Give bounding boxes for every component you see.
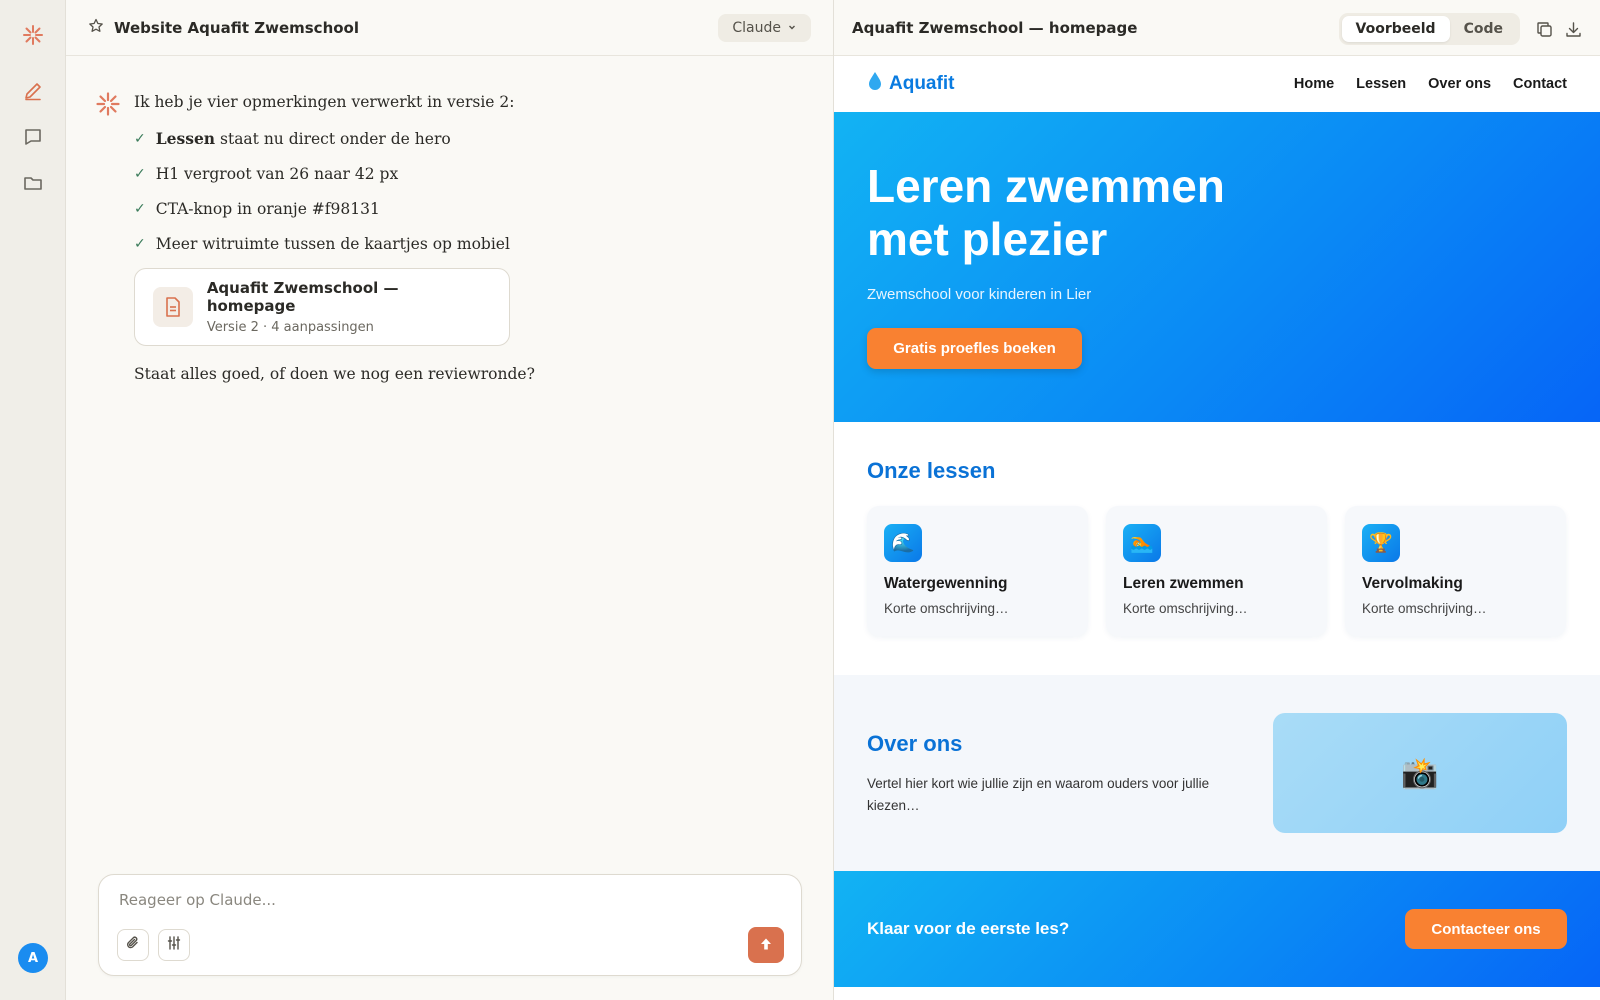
hero-title: Leren zwemmen met plezier [867, 160, 1225, 265]
message-outro: Staat alles goed, of doen we nog een rev… [134, 365, 535, 383]
site-nav-links: Home Lessen Over ons Contact [1294, 76, 1567, 92]
item-text: CTA-knop in oranje #f98131 [155, 200, 380, 218]
artifact-title: Aquafit Zwemschool — homepage [206, 279, 399, 315]
site-navbar: Aquafit Home Lessen Over ons Contact [834, 56, 1600, 112]
site-logo[interactable]: Aquafit [867, 71, 954, 97]
composer [98, 874, 802, 976]
artifact-preview-panel: Aquafit Zwemschool — homepage Voorbeeld … [834, 0, 1600, 1000]
chat-title[interactable]: Website Aquafit Zwemschool [114, 19, 359, 37]
send-button[interactable] [748, 927, 784, 963]
view-toggle: Voorbeeld Code [1338, 13, 1520, 45]
assistant-message: Ik heb je vier opmerkingen verwerkt in v… [96, 88, 786, 388]
artifact-card[interactable]: Aquafit Zwemschool — homepage Versie 2 ·… [134, 268, 510, 346]
hero-section: Leren zwemmen met plezier Zwemschool voo… [834, 112, 1600, 422]
star-icon[interactable] [88, 18, 104, 38]
copy-icon[interactable] [1533, 18, 1555, 40]
list-item: ✓ H1 vergroot van 26 naar 42 px [134, 160, 786, 195]
footer-cta-text: Klaar voor de eerste les? [867, 919, 1070, 938]
check-icon: ✓ [134, 131, 146, 147]
lesson-card[interactable]: 🏊 Leren zwemmen Korte omschrijving… [1106, 506, 1327, 636]
item-text: staat nu direct onder de hero [215, 130, 451, 148]
item-bold: Lessen [155, 129, 216, 148]
lesson-card[interactable]: 🌊 Watergewenning Korte omschrijving… [867, 506, 1088, 636]
paperclip-icon [125, 935, 141, 955]
projects-icon[interactable] [17, 167, 49, 199]
check-icon: ✓ [134, 201, 146, 217]
chevron-down-icon [787, 20, 797, 36]
list-item: ✓ Meer witruimte tussen de kaartjes op m… [134, 230, 786, 265]
lessons-section: Onze lessen 🌊 Watergewenning Korte omsch… [834, 422, 1600, 675]
logo-text: Aquafit [889, 73, 955, 94]
model-name: Claude [732, 20, 781, 36]
water-drop-icon [867, 71, 883, 97]
nav-link-lessen[interactable]: Lessen [1356, 76, 1406, 92]
card-description: Korte omschrijving… [1123, 601, 1248, 616]
document-icon [153, 287, 193, 327]
item-text: Meer witruimte tussen de kaartjes op mob… [155, 235, 510, 253]
left-rail: A [0, 0, 66, 1000]
reply-input[interactable] [119, 891, 719, 909]
camera-icon: 📸 [1401, 756, 1439, 790]
about-title: Over ons [867, 731, 963, 756]
nav-link-home[interactable]: Home [1294, 76, 1334, 92]
tab-preview[interactable]: Voorbeeld [1341, 16, 1450, 42]
item-text: H1 vergroot van 26 naar 42 px [155, 165, 399, 183]
swimmer-icon: 🏊 [1123, 524, 1161, 562]
about-section: Over ons Vertel hier kort wie jullie zij… [834, 675, 1600, 871]
list-item: ✓ Lessen staat nu direct onder de hero [134, 125, 786, 160]
download-icon[interactable] [1562, 18, 1584, 40]
about-image-placeholder: 📸 [1273, 713, 1567, 833]
contact-button[interactable]: Contacteer ons [1405, 909, 1567, 949]
check-icon: ✓ [134, 166, 146, 182]
new-chat-icon[interactable] [17, 75, 49, 107]
check-icon: ✓ [134, 236, 146, 252]
lesson-card[interactable]: 🏆 Vervolmaking Korte omschrijving… [1345, 506, 1566, 636]
card-description: Korte omschrijving… [1362, 601, 1487, 616]
chat-header: Website Aquafit Zwemschool Claude [66, 0, 833, 56]
preview-header: Aquafit Zwemschool — homepage Voorbeeld … [834, 0, 1600, 56]
about-text: Vertel hier kort wie jullie zijn en waar… [867, 776, 1210, 813]
card-title: Vervolmaking [1362, 575, 1463, 592]
artifact-subtitle: Versie 2 · 4 aanpassingen [206, 320, 374, 335]
lesson-cards: 🌊 Watergewenning Korte omschrijving… 🏊 L… [867, 506, 1567, 636]
tools-button[interactable] [158, 929, 190, 961]
trophy-icon: 🏆 [1362, 524, 1400, 562]
tab-code[interactable]: Code [1450, 16, 1517, 42]
preview-title: Aquafit Zwemschool — homepage [852, 18, 1138, 37]
card-description: Korte omschrijving… [884, 601, 1009, 616]
hero-subtitle: Zwemschool voor kinderen in Lier [867, 286, 1092, 303]
model-selector[interactable]: Claude [718, 14, 811, 42]
arrow-up-icon [759, 936, 773, 955]
trial-lesson-button[interactable]: Gratis proefles boeken [867, 328, 1082, 369]
card-title: Leren zwemmen [1123, 575, 1244, 592]
user-avatar[interactable]: A [18, 943, 48, 973]
website-preview: Aquafit Home Lessen Over ons Contact Ler… [834, 56, 1600, 1000]
change-list: ✓ Lessen staat nu direct onder de hero ✓… [134, 125, 786, 265]
chats-icon[interactable] [17, 121, 49, 153]
card-title: Watergewenning [884, 575, 1008, 592]
nav-link-over-ons[interactable]: Over ons [1428, 76, 1491, 92]
lessons-title: Onze lessen [867, 458, 996, 483]
nav-link-contact[interactable]: Contact [1513, 76, 1567, 92]
claude-spark-icon [96, 92, 120, 120]
list-item: ✓ CTA-knop in oranje #f98131 [134, 195, 786, 230]
attach-button[interactable] [117, 929, 149, 961]
sliders-icon [166, 935, 182, 955]
claude-logo-icon[interactable] [17, 19, 49, 51]
wave-icon: 🌊 [884, 524, 922, 562]
chat-panel: Website Aquafit Zwemschool Claude Ik heb… [66, 0, 834, 1000]
message-intro: Ik heb je vier opmerkingen verwerkt in v… [134, 93, 515, 111]
footer-cta-section: Klaar voor de eerste les? Contacteer ons [834, 871, 1600, 987]
